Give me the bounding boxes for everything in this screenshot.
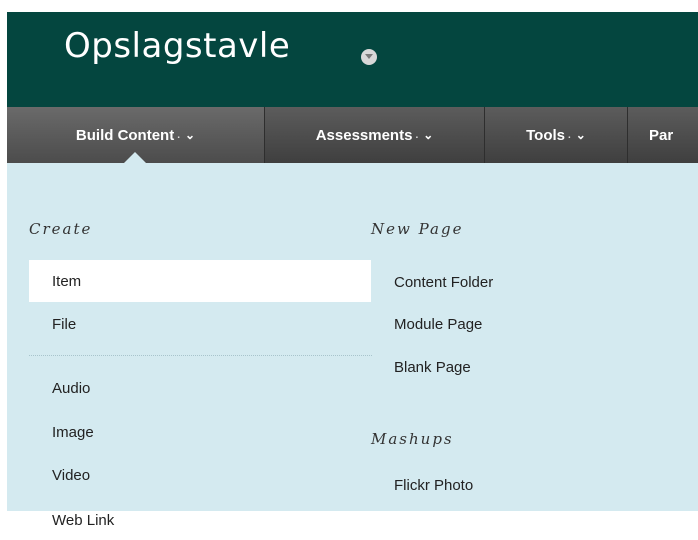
menu-divider	[29, 355, 372, 356]
dropdown-pointer	[124, 152, 146, 163]
menu-item-content-folder[interactable]: Content Folder	[371, 262, 671, 302]
menu-item-module-page[interactable]: Module Page	[371, 304, 671, 344]
tab-dot: .	[177, 129, 181, 141]
tab-label: Tools	[526, 126, 566, 144]
section-heading-mashups: Mashups	[371, 430, 454, 448]
menu-item-video[interactable]: Video	[29, 455, 329, 495]
chevron-down-icon: ⌄	[423, 128, 434, 142]
tab-tools[interactable]: Tools. ⌄	[485, 107, 628, 163]
tab-dot: .	[568, 129, 571, 141]
tab-dot: .	[415, 129, 419, 141]
chevron-down-icon: ⌄	[575, 128, 586, 142]
chevron-down-icon: ⌄	[185, 128, 196, 142]
page-title: Opslagstavle	[64, 26, 291, 66]
page-header: Opslagstavle	[7, 12, 698, 107]
tab-assessments[interactable]: Assessments. ⌄	[265, 107, 485, 163]
chevron-down-icon[interactable]	[361, 49, 377, 65]
tab-partner[interactable]: Par	[628, 107, 698, 163]
menu-item-web-link[interactable]: Web Link	[29, 500, 329, 540]
left-gutter	[0, 0, 7, 511]
tab-label: Assessments	[315, 126, 413, 144]
menu-item-image[interactable]: Image	[29, 412, 329, 452]
build-content-menu: Create Item File Audio Image Video Web L…	[7, 163, 698, 529]
tab-label: Par	[649, 126, 674, 144]
menu-item-item[interactable]: Item	[29, 260, 371, 302]
menu-item-file[interactable]: File	[29, 304, 329, 344]
section-heading-new-page: New Page	[371, 220, 464, 238]
menu-item-flickr-photo[interactable]: Flickr Photo	[371, 465, 671, 505]
section-heading-create: Create	[29, 220, 93, 238]
menu-item-audio[interactable]: Audio	[29, 368, 329, 408]
menu-item-blank-page[interactable]: Blank Page	[371, 347, 671, 387]
tab-label: Build Content	[75, 126, 175, 144]
course-toolbar: Build Content. ⌄ Assessments. ⌄ Tools. ⌄ Pa…	[7, 107, 698, 163]
